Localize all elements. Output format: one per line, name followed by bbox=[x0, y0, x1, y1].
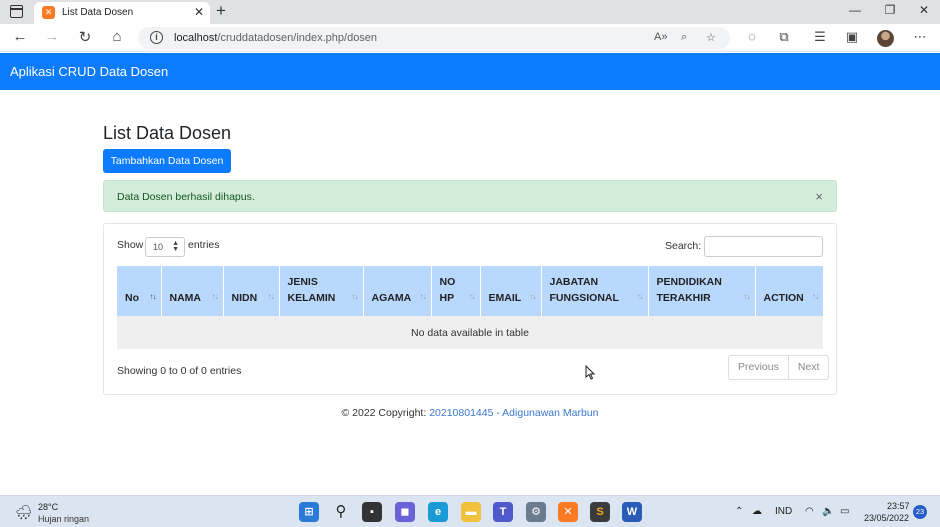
mouse-cursor-icon bbox=[585, 365, 595, 380]
battery-icon[interactable]: ▭ bbox=[840, 506, 849, 517]
column-header-email[interactable]: EMAIL ↑↓ bbox=[480, 266, 542, 316]
pagination: Previous Next bbox=[728, 355, 830, 380]
language-indicator[interactable]: IND bbox=[775, 506, 792, 517]
entries-length-value: 10 bbox=[153, 242, 164, 252]
add-favorite-icon[interactable]: ☆ bbox=[706, 31, 716, 44]
task-view-icon[interactable]: ▪ bbox=[362, 502, 382, 522]
page-title: List Data Dosen bbox=[103, 123, 232, 143]
table-row: No data available in table bbox=[117, 316, 823, 349]
weather-rain-icon[interactable]: 🌧 bbox=[15, 504, 33, 521]
column-header-no[interactable]: No ↑↓ bbox=[117, 266, 162, 316]
tab-title: List Data Dosen bbox=[62, 7, 134, 18]
dosen-table: No ↑↓ NAMA ↑↓ NIDN ↑↓ JENIS KELAMIN ↑↓ AGAMA ↑… bbox=[117, 266, 823, 349]
tab-close-icon[interactable]: ✕ bbox=[194, 5, 204, 19]
new-tab-icon[interactable]: + bbox=[216, 1, 226, 21]
column-header-nidn[interactable]: NIDN ↑↓ bbox=[223, 266, 280, 316]
site-info-icon[interactable]: i bbox=[150, 31, 163, 44]
sort-icon: ↑↓ bbox=[529, 292, 537, 301]
address-bar[interactable]: i localhost/cruddatadosen/index.php/dose… bbox=[138, 27, 730, 49]
add-dosen-button[interactable]: Tambahkan Data Dosen bbox=[103, 149, 231, 173]
teams-icon[interactable]: T bbox=[493, 502, 513, 522]
browser-tab-strip: ✕ List Data Dosen ✕ + — ❐ ✕ bbox=[0, 0, 940, 24]
sort-icon: ↑↓ bbox=[351, 292, 359, 301]
entries-label: entries bbox=[188, 239, 220, 251]
zoom-icon[interactable]: ⌕ bbox=[681, 31, 687, 44]
app-navbar: Aplikasi CRUD Data Dosen bbox=[0, 53, 940, 90]
next-page-button[interactable]: Next bbox=[787, 356, 829, 379]
column-header-jabatan-fungsional[interactable]: JABATAN FUNGSIONAL ↑↓ bbox=[541, 266, 649, 316]
minimize-icon[interactable]: — bbox=[845, 3, 865, 17]
empty-table-message: No data available in table bbox=[117, 316, 823, 349]
sort-asc-icon: ↑↓ bbox=[149, 292, 157, 301]
profile-avatar[interactable] bbox=[877, 30, 894, 47]
weather-temperature[interactable]: 28°C bbox=[38, 502, 58, 512]
collections-icon[interactable]: ▣ bbox=[842, 29, 862, 45]
column-header-no-hp[interactable]: NO HP ↑↓ bbox=[431, 266, 481, 316]
read-aloud-icon[interactable]: A» bbox=[654, 31, 667, 43]
tray-expand-icon[interactable]: ⌃ bbox=[735, 506, 743, 517]
sort-icon: ↑↓ bbox=[636, 292, 644, 301]
browser-toolbar: ← → ↻ ⌂ i localhost/cruddatadosen/index.… bbox=[0, 24, 940, 52]
search-label: Search: bbox=[665, 240, 702, 252]
search-icon[interactable]: ⚲ bbox=[331, 502, 351, 522]
chat-icon[interactable]: ◼ bbox=[395, 502, 415, 522]
page-footer: © 2022 Copyright: 20210801445 - Adigunaw… bbox=[0, 407, 940, 419]
show-label: Show bbox=[117, 239, 144, 251]
weather-condition[interactable]: Hujan ringan bbox=[38, 514, 89, 524]
entries-length-select[interactable]: 10 ▲ ▼ bbox=[145, 237, 185, 257]
notification-badge[interactable]: 23 bbox=[913, 505, 927, 519]
maximize-icon[interactable]: ❐ bbox=[880, 3, 900, 17]
xampp-icon[interactable]: ✕ bbox=[558, 502, 578, 522]
xampp-favicon-icon: ✕ bbox=[42, 6, 55, 19]
column-header-nama[interactable]: NAMA ↑↓ bbox=[161, 266, 224, 316]
column-header-jenis-kelamin[interactable]: JENIS KELAMIN ↑↓ bbox=[279, 266, 364, 316]
sort-icon: ↑↓ bbox=[468, 292, 476, 301]
start-icon[interactable]: ⊞ bbox=[299, 502, 319, 522]
taskbar: 🌧 28°C Hujan ringan ⊞ ⚲ ▪ ◼ e ▬ T ⚙ ✕ S … bbox=[0, 495, 940, 527]
success-alert: Data Dosen berhasil dihapus. × bbox=[103, 180, 837, 212]
column-header-pendidikan-terakhir[interactable]: PENDIDIKAN TERAKHIR ↑↓ bbox=[648, 266, 756, 316]
previous-page-button[interactable]: Previous bbox=[729, 356, 788, 379]
extensions-icon[interactable]: ⧉ bbox=[774, 29, 794, 45]
forward-icon[interactable]: → bbox=[42, 28, 62, 45]
browser-tab[interactable]: ✕ List Data Dosen ✕ bbox=[34, 2, 210, 24]
column-header-agama[interactable]: AGAMA ↑↓ bbox=[363, 266, 432, 316]
table-info: Showing 0 to 0 of 0 entries bbox=[117, 365, 242, 377]
wifi-icon[interactable]: ◠ bbox=[805, 506, 814, 517]
clock-time[interactable]: 23:57 bbox=[887, 501, 910, 511]
alert-close-icon[interactable]: × bbox=[815, 189, 823, 204]
sublime-text-icon[interactable]: S bbox=[590, 502, 610, 522]
file-explorer-icon[interactable]: ▬ bbox=[461, 502, 481, 522]
alert-message: Data Dosen berhasil dihapus. bbox=[117, 191, 255, 203]
select-arrows-icon: ▲ ▼ bbox=[172, 240, 179, 253]
more-menu-icon[interactable]: ⋯ bbox=[910, 29, 930, 45]
column-header-action[interactable]: ACTION ↑↓ bbox=[755, 266, 823, 316]
window-menu-icon[interactable] bbox=[10, 5, 23, 18]
search-input[interactable] bbox=[704, 236, 823, 257]
settings-gear-icon[interactable]: ⚙ bbox=[526, 502, 546, 522]
back-icon[interactable]: ← bbox=[10, 28, 30, 45]
onedrive-cloud-icon[interactable]: ☁ bbox=[752, 506, 762, 517]
browser-essentials-icon[interactable]: ◌ bbox=[742, 29, 762, 44]
url-text[interactable]: localhost/cruddatadosen/index.php/dosen bbox=[174, 32, 377, 44]
footer-author-link[interactable]: 20210801445 - Adigunawan Marbun bbox=[429, 407, 598, 419]
sort-icon: ↑↓ bbox=[267, 292, 275, 301]
home-icon[interactable]: ⌂ bbox=[107, 28, 127, 45]
sort-icon: ↑↓ bbox=[812, 292, 819, 301]
app-brand[interactable]: Aplikasi CRUD Data Dosen bbox=[10, 64, 168, 79]
sort-icon: ↑↓ bbox=[211, 292, 219, 301]
word-icon[interactable]: W bbox=[622, 502, 642, 522]
edge-icon[interactable]: e bbox=[428, 502, 448, 522]
sort-icon: ↑↓ bbox=[419, 292, 427, 301]
sort-icon: ↑↓ bbox=[743, 292, 751, 301]
favorites-icon[interactable]: ☰ bbox=[810, 29, 830, 45]
close-window-icon[interactable]: ✕ bbox=[914, 3, 934, 17]
footer-copyright: © 2022 Copyright: bbox=[341, 407, 430, 419]
refresh-icon[interactable]: ↻ bbox=[75, 28, 95, 46]
clock-date[interactable]: 23/05/2022 bbox=[864, 513, 909, 523]
volume-icon[interactable]: 🔈 bbox=[822, 506, 834, 517]
